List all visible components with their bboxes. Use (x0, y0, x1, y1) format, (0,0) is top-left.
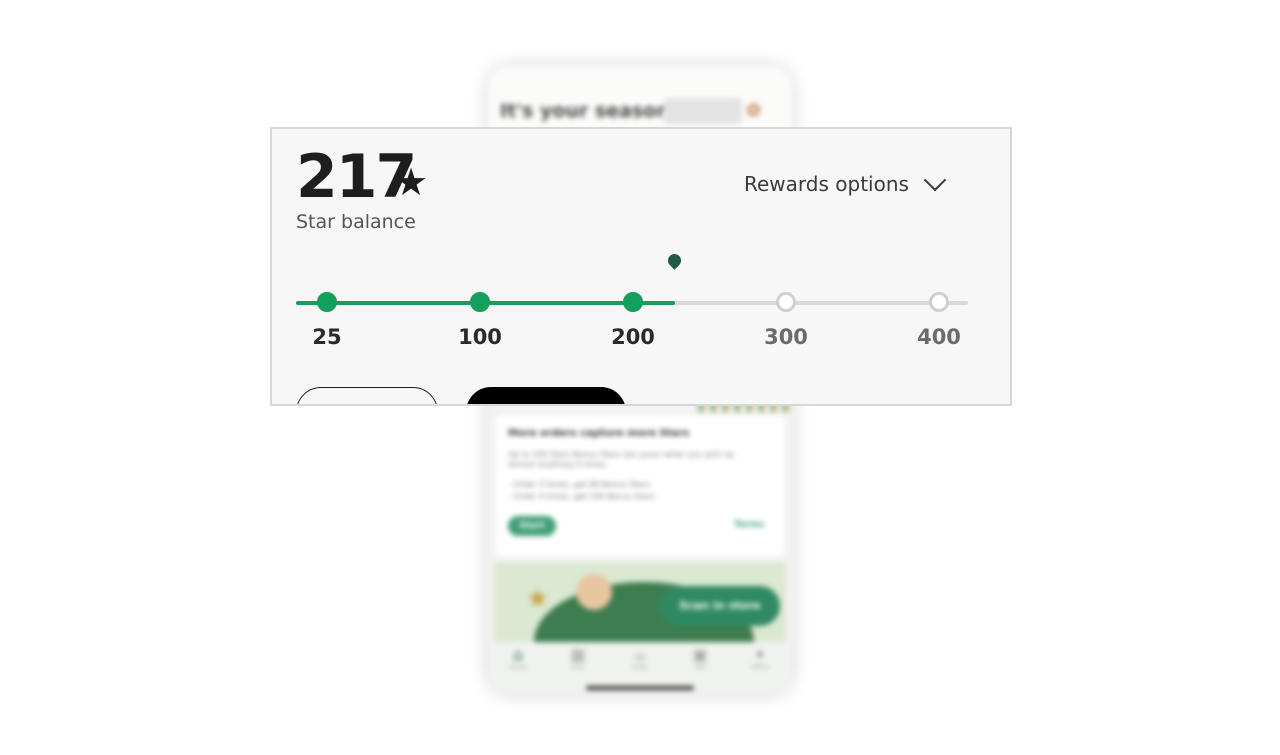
cup-icon: ☕ (632, 645, 648, 664)
scan-icon: ▦ (570, 645, 586, 664)
milestone-dot[interactable] (623, 292, 643, 312)
rewards-options-dropdown[interactable]: Rewards options (744, 168, 947, 199)
greeting-text: It's your season, (500, 100, 677, 122)
nav-label: Order (631, 664, 649, 671)
offer-start-button[interactable]: Start (508, 516, 556, 536)
milestone-label[interactable]: 100 (440, 325, 520, 349)
marker-pin-icon (665, 251, 684, 270)
offer-title: More orders capture more Stars (508, 428, 690, 439)
offer-line: - Order 3 times, get 80 Bonus Stars (508, 480, 650, 489)
milestone-dot[interactable] (470, 292, 490, 312)
nav-label: Scan (570, 664, 586, 671)
milestone-label[interactable]: 25 (287, 325, 367, 349)
screenshot-stage: It's your season, ✿ More orders capture … (0, 0, 1280, 755)
offers-icon: ✦ (753, 645, 767, 664)
milestone-dot[interactable] (317, 292, 337, 312)
home-icon: ⌂ (512, 645, 524, 664)
rewards-primary-button[interactable] (466, 387, 626, 404)
offer-line: - Order 4 times, get 100 Bonus Stars (508, 492, 655, 501)
nav-item-offers[interactable]: ✦ Offers (740, 645, 780, 672)
home-indicator (586, 686, 694, 690)
chevron-down-icon (923, 168, 947, 192)
nav-item-scan[interactable]: ▦ Scan (558, 645, 598, 672)
nav-item-home[interactable]: ⌂ Home (498, 645, 538, 672)
nav-item-order[interactable]: ☕ Order (620, 645, 660, 672)
rewards-card: 217 ★ Star balance Rewards options 25 10… (270, 127, 1012, 406)
offer-line: almost anything 4 times. (508, 460, 608, 469)
milestone-dot[interactable] (776, 292, 796, 312)
star-icon: ★ (526, 584, 550, 614)
gift-icon: ▣ (692, 645, 708, 664)
person-illustration (576, 574, 612, 610)
leaf-icon: ✿ (746, 100, 762, 121)
current-position-marker-icon (665, 251, 684, 274)
redacted-name (664, 98, 742, 124)
milestone-label[interactable]: 200 (593, 325, 673, 349)
milestone-dot[interactable] (929, 292, 949, 312)
star-balance-label: Star balance (296, 211, 416, 233)
star-icon: ★ (394, 160, 429, 204)
milestone-label[interactable]: 400 (899, 325, 979, 349)
nav-item-gift[interactable]: ▣ Gift (680, 645, 720, 672)
scan-in-store-button[interactable]: Scan in store (660, 586, 780, 626)
nav-label: Gift (694, 664, 706, 671)
nav-label: Offers (750, 664, 770, 671)
nav-label: Home (509, 664, 527, 671)
offer-terms-link[interactable]: Terms (734, 520, 764, 530)
milestone-label[interactable]: 300 (746, 325, 826, 349)
offer-line: Up to 100 Stars Bonus Stars are yours wh… (508, 450, 734, 459)
offer-card[interactable]: More orders capture more Stars Up to 100… (496, 416, 784, 556)
rewards-options-label: Rewards options (744, 172, 909, 196)
rewards-outline-button[interactable] (296, 387, 438, 404)
